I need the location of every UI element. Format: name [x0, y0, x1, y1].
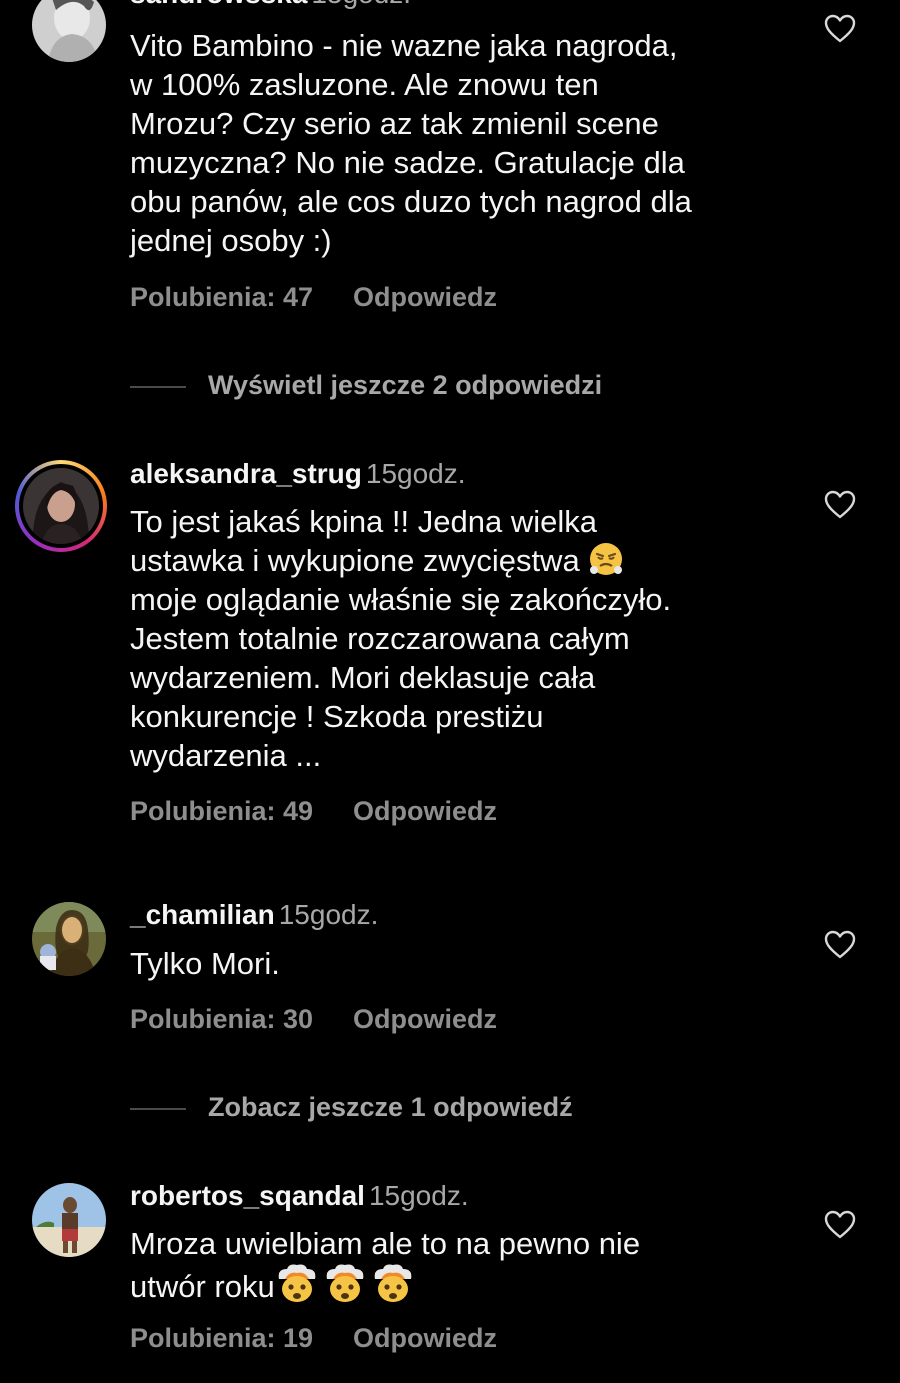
username[interactable]: _chamilian [130, 899, 275, 930]
username[interactable]: robertos_sqandal [130, 1180, 365, 1211]
comment-meta: Polubienia: 47 Odpowiedz [130, 282, 497, 313]
comment-header: aleksandra_strug 15godz. [130, 458, 466, 490]
avatar [23, 468, 99, 544]
comment-meta: Polubienia: 49 Odpowiedz [130, 796, 497, 827]
view-more-replies-label[interactable]: Zobacz jeszcze 1 odpowiedź [208, 1092, 573, 1122]
comment-header: sandrowsska 15godz. [130, 0, 411, 10]
avatar[interactable] [32, 902, 106, 976]
emoji-group [275, 1264, 415, 1304]
like-heart-icon[interactable] [824, 930, 856, 960]
timestamp: 15godz. [278, 899, 379, 930]
comment-text-part: moje oglądanie właśnie się zakończyło. J… [130, 582, 672, 773]
comment-meta: Polubienia: 30 Odpowiedz [130, 1004, 497, 1035]
exploding-head-emoji-icon [326, 1264, 364, 1302]
likes-count[interactable]: Polubienia: 19 [130, 1323, 313, 1353]
avatar[interactable] [32, 1183, 106, 1257]
reply-button[interactable]: Odpowiedz [353, 796, 497, 826]
view-more-replies[interactable]: Wyświetl jeszcze 2 odpowiedzi [130, 370, 602, 401]
reply-button[interactable]: Odpowiedz [353, 282, 497, 312]
timestamp: 15godz. [365, 458, 466, 489]
username[interactable]: aleksandra_strug [130, 458, 362, 489]
exploding-head-emoji-icon [278, 1264, 316, 1302]
reply-button[interactable]: Odpowiedz [353, 1004, 497, 1034]
comment-text: Tylko Mori. [130, 946, 280, 981]
comment-meta: Polubienia: 19 Odpowiedz [130, 1323, 497, 1354]
comment-header: _chamilian 15godz. [130, 899, 378, 931]
avatar[interactable] [32, 0, 106, 62]
comment-text: Vito Bambino - nie wazne jaka nagroda, w… [130, 28, 692, 258]
reply-button[interactable]: Odpowiedz [353, 1323, 497, 1353]
divider-line [130, 385, 186, 388]
view-more-replies-label[interactable]: Wyświetl jeszcze 2 odpowiedzi [208, 370, 602, 400]
username[interactable]: sandrowsska [130, 0, 307, 9]
comment-text: Mroza uwielbiam ale to na pewno nie utwó… [130, 1224, 810, 1306]
exploding-head-emoji-icon [374, 1264, 412, 1302]
likes-count[interactable]: Polubienia: 30 [130, 1004, 313, 1034]
comment-header: robertos_sqandal 15godz. [130, 1180, 469, 1212]
steam-from-nose-emoji-icon [590, 543, 623, 575]
divider-line [130, 1107, 186, 1110]
likes-count[interactable]: Polubienia: 47 [130, 282, 313, 312]
avatar-story-ring[interactable] [15, 460, 107, 552]
like-heart-icon[interactable] [824, 490, 856, 520]
comment-text-part: To jest jakaś kpina !! Jedna wielka usta… [130, 504, 597, 578]
likes-count[interactable]: Polubienia: 49 [130, 796, 313, 826]
timestamp: 15godz. [368, 1180, 469, 1211]
like-heart-icon[interactable] [824, 14, 856, 44]
comment-text: To jest jakaś kpina !! Jedna wielka usta… [130, 502, 810, 775]
timestamp: 15godz. [311, 0, 411, 9]
like-heart-icon[interactable] [824, 1210, 856, 1240]
view-more-replies[interactable]: Zobacz jeszcze 1 odpowiedź [130, 1092, 573, 1123]
